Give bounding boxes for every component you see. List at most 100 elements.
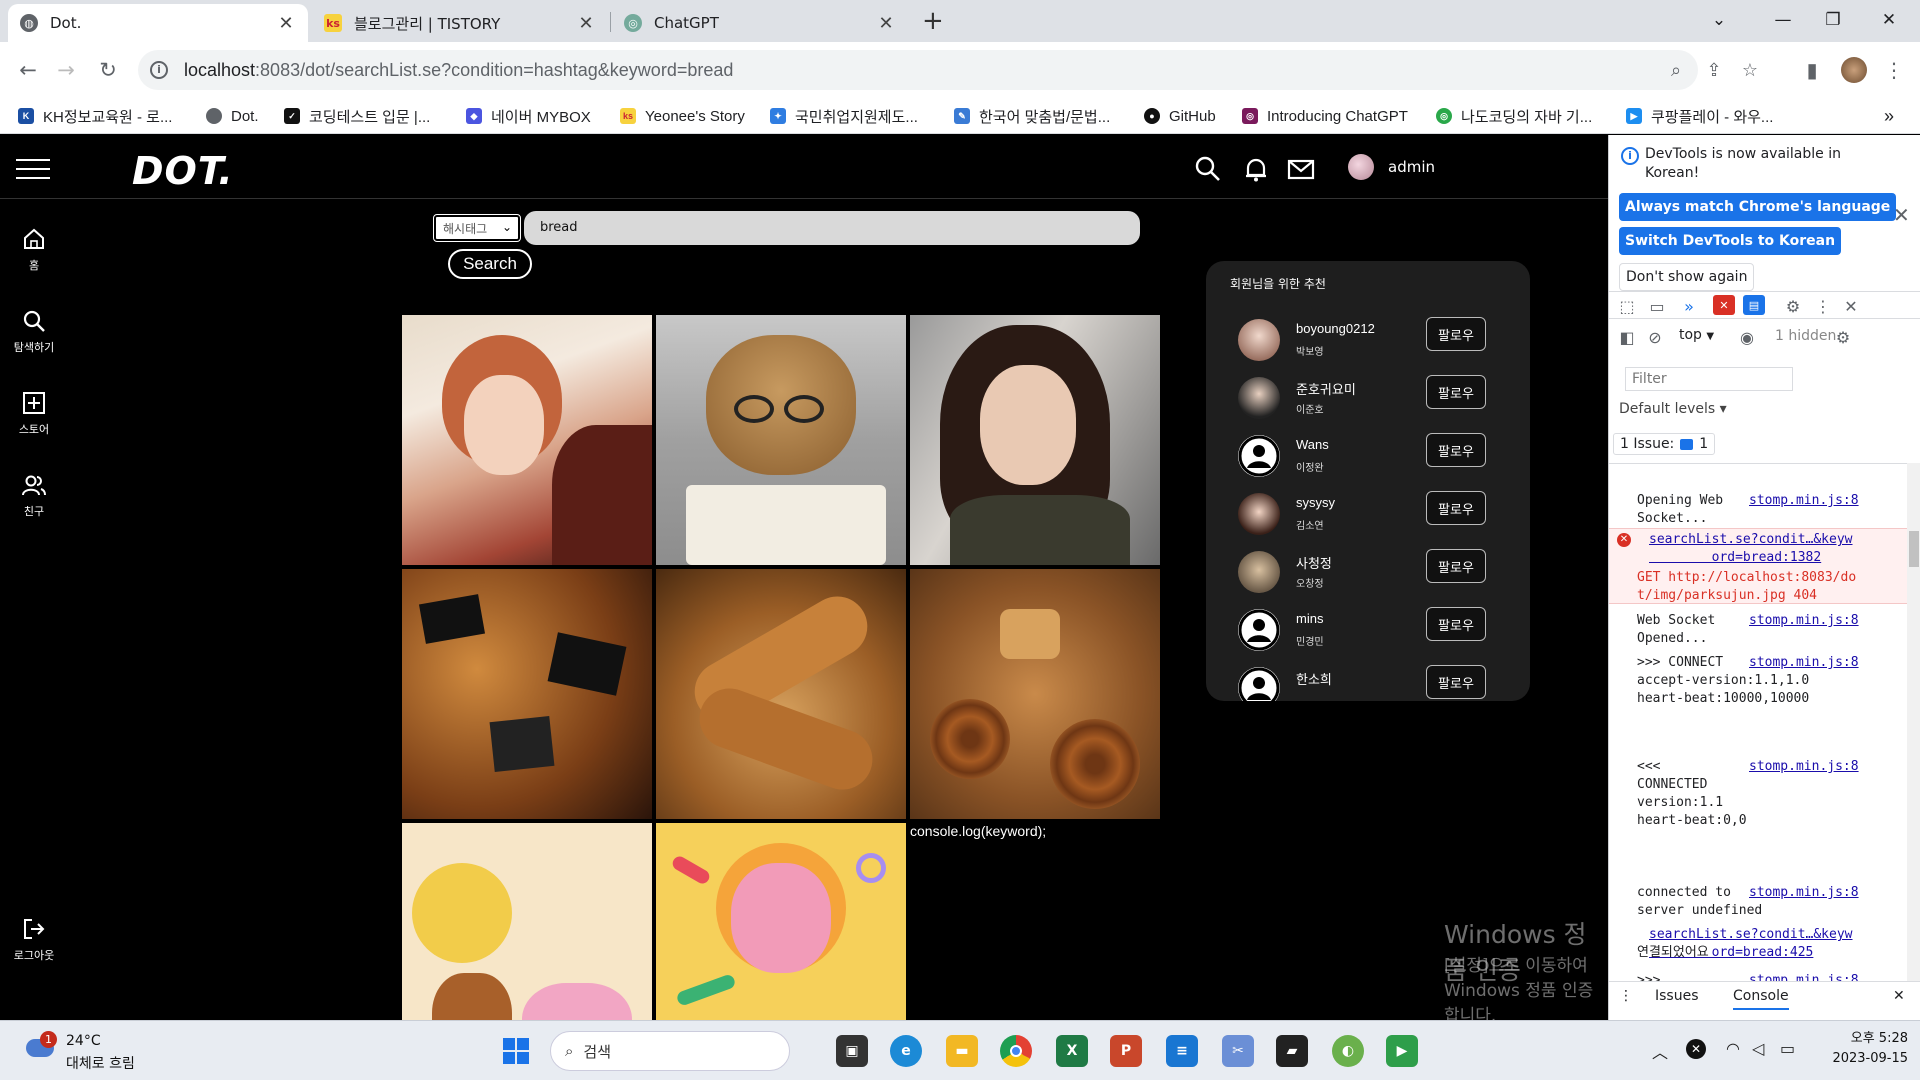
volume-icon[interactable]: ◁ [1752, 1039, 1764, 1058]
user-menu[interactable]: admin [1348, 154, 1435, 180]
drawer-menu-icon[interactable]: ⋮ [1619, 988, 1633, 1004]
dont-show-button[interactable]: Don't show again [1619, 263, 1755, 291]
search-icon[interactable] [1194, 155, 1222, 183]
bookmark-item[interactable]: ◆ 네이버 MYBOX [466, 104, 591, 128]
close-notice-icon[interactable]: ✕ [1893, 203, 1910, 227]
bookmark-item[interactable]: K KH정보교육원 - 로... [18, 104, 172, 128]
log-source-link[interactable]: stomp.min.js:8 [1749, 972, 1859, 981]
log-levels-select[interactable]: Default levels ▾ [1619, 401, 1727, 417]
sidebar-item-home[interactable]: 홈 [0, 227, 68, 273]
sticky-notes-icon[interactable]: ▰ [1276, 1035, 1308, 1067]
log-source-link[interactable]: stomp.min.js:8 [1749, 612, 1859, 630]
profile-avatar[interactable] [1836, 52, 1872, 88]
bookmark-item[interactable]: ✎ 한국어 맞춤법/문법... [954, 104, 1110, 128]
file-explorer-icon[interactable]: ▬ [946, 1035, 978, 1067]
sidebar-item-logout[interactable]: 로그아웃 [0, 917, 68, 963]
windows-start-icon[interactable] [500, 1035, 532, 1067]
user-nickname[interactable]: sysysy [1296, 495, 1335, 510]
devtools-menu-icon[interactable]: ⋮ [1813, 296, 1833, 316]
issues-link[interactable]: 1 Issue: 1 [1613, 433, 1716, 455]
more-tabs-icon[interactable]: » [1679, 296, 1699, 316]
back-icon[interactable]: ← [10, 52, 46, 88]
avatar[interactable] [1238, 551, 1280, 593]
bookmark-item[interactable]: ✓ 코딩테스트 입문 |... [284, 104, 430, 128]
tray-app-icon[interactable]: ✕ [1686, 1039, 1706, 1059]
post-thumbnail[interactable] [656, 823, 906, 1020]
issues-count-icon[interactable]: ▤ [1743, 295, 1765, 315]
post-thumbnail[interactable] [656, 315, 906, 565]
taskbar-clock[interactable]: 오후 5:28 2023-09-15 [1818, 1029, 1908, 1069]
wifi-icon[interactable]: ◠ [1726, 1039, 1740, 1058]
close-tab-icon[interactable]: ✕ [876, 13, 896, 34]
follow-button[interactable]: 팔로우 [1426, 607, 1486, 641]
bookmark-item[interactable]: ks Yeonee's Story [620, 104, 745, 128]
log-source-link[interactable]: stomp.min.js:8 [1749, 758, 1859, 776]
bookmark-item[interactable]: ● GitHub [1144, 104, 1216, 128]
zoom-icon[interactable]: ⌕ [1664, 59, 1688, 81]
weather-widget[interactable]: 1 24°C 대체로 흐림 [22, 1029, 182, 1073]
post-thumbnail[interactable] [656, 569, 906, 819]
switch-korean-button[interactable]: Switch DevTools to Korean [1619, 227, 1842, 255]
error-count-icon[interactable]: ✕ [1713, 295, 1735, 315]
follow-button[interactable]: 팔로우 [1426, 317, 1486, 351]
default-avatar-icon[interactable] [1238, 609, 1280, 651]
tab-chatgpt[interactable]: ◎ ChatGPT ✕ [612, 4, 908, 42]
restore-icon[interactable]: ❐ [1810, 0, 1856, 40]
post-thumbnail[interactable]: ⠀ [402, 823, 652, 1020]
close-tab-icon[interactable]: ✕ [276, 13, 296, 34]
avatar[interactable] [1238, 319, 1280, 361]
tray-overflow-icon[interactable]: ︿ [1652, 1039, 1668, 1063]
clear-console-icon[interactable]: ⊘ [1645, 327, 1665, 347]
avatar[interactable] [1238, 493, 1280, 535]
menu-dots-icon[interactable]: ⋮ [1876, 52, 1912, 88]
drawer-close-icon[interactable]: ✕ [1893, 988, 1905, 1004]
window-close-icon[interactable]: ✕ [1866, 0, 1912, 40]
log-source-link[interactable]: stomp.min.js:8 [1749, 654, 1859, 672]
new-tab-icon[interactable]: + [922, 6, 944, 36]
user-nickname[interactable]: mins [1296, 611, 1323, 626]
bookmarks-overflow-icon[interactable]: » [1884, 104, 1894, 128]
sidebar-item-friends[interactable]: 친구 [0, 473, 68, 519]
user-nickname[interactable]: 한소희 [1296, 669, 1332, 688]
console-settings-icon[interactable]: ⚙ [1833, 327, 1853, 347]
log-source-link[interactable]: searchList.se?condit…&keyw ord=bread:425 [1649, 926, 1853, 962]
sidebar-toggle-icon[interactable]: ◧ [1617, 327, 1637, 347]
post-thumbnail[interactable] [402, 315, 652, 565]
search-condition-select[interactable]: 해시태그 ⌄ [433, 214, 521, 242]
console-filter-input[interactable]: Filter [1625, 367, 1793, 391]
edge-icon[interactable]: e [890, 1035, 922, 1067]
excel-icon[interactable]: X [1056, 1035, 1088, 1067]
mail-icon[interactable] [1287, 155, 1315, 183]
app-icon[interactable]: ▶ [1386, 1035, 1418, 1067]
log-source-link[interactable]: stomp.min.js:8 [1749, 884, 1859, 902]
console-scrollbar[interactable] [1907, 463, 1920, 981]
powerpoint-icon[interactable]: P [1110, 1035, 1142, 1067]
user-nickname[interactable]: 사청정 [1296, 553, 1332, 572]
tab-console[interactable]: Console [1733, 988, 1789, 1010]
tab-tistory[interactable]: ks 블로그관리 | TISTORY ✕ [312, 4, 608, 42]
search-button[interactable]: Search [448, 249, 532, 279]
address-bar[interactable]: i localhost:8083/dot/searchList.se?condi… [138, 50, 1758, 90]
eye-icon[interactable]: ◉ [1737, 327, 1757, 347]
share-icon[interactable]: ⇪ [1702, 59, 1726, 81]
follow-button[interactable]: 팔로우 [1426, 665, 1486, 699]
post-thumbnail[interactable] [910, 569, 1160, 819]
eclipse-icon[interactable]: ◐ [1332, 1035, 1364, 1067]
bell-icon[interactable] [1242, 155, 1270, 183]
sidebar-item-store[interactable]: 스토어 [0, 391, 68, 437]
log-source-link[interactable]: searchList.se?condit…&keyw ord=bread:138… [1649, 531, 1853, 567]
bookmark-item[interactable]: ▶ 쿠팡플레이 - 와우... [1626, 104, 1773, 128]
device-toolbar-icon[interactable]: ▭ [1647, 296, 1667, 316]
settings-gear-icon[interactable]: ⚙ [1783, 296, 1803, 316]
follow-button[interactable]: 팔로우 [1426, 433, 1486, 467]
user-nickname[interactable]: Wans [1296, 437, 1329, 452]
task-view-icon[interactable]: ▣ [836, 1035, 868, 1067]
post-thumbnail[interactable] [402, 569, 652, 819]
notepad-icon[interactable]: ≡ [1166, 1035, 1198, 1067]
default-avatar-icon[interactable] [1238, 667, 1280, 701]
post-thumbnail[interactable] [910, 315, 1160, 565]
tab-issues[interactable]: Issues [1655, 988, 1699, 1004]
minimize-icon[interactable]: — [1760, 0, 1806, 40]
search-input[interactable]: bread [524, 211, 1140, 245]
scrollbar-thumb[interactable] [1909, 531, 1919, 567]
